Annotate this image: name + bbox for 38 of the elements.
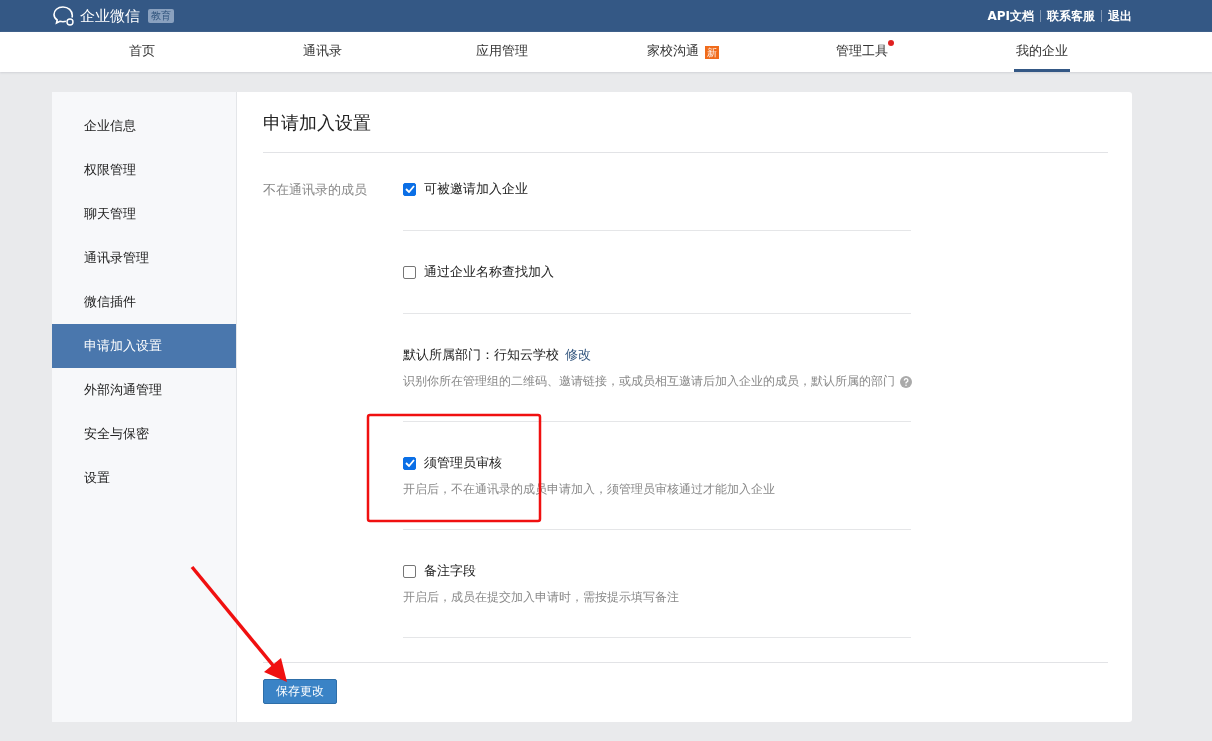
sidebar-item[interactable]: 微信插件 bbox=[52, 280, 236, 324]
option-label: 须管理员审核 bbox=[424, 454, 502, 472]
checkbox[interactable] bbox=[403, 265, 416, 279]
brand-badge: 教育 bbox=[148, 9, 174, 23]
sidebar-item[interactable]: 安全与保密 bbox=[52, 412, 236, 456]
save-button[interactable]: 保存更改 bbox=[263, 679, 337, 704]
sidebar-item[interactable]: 申请加入设置 bbox=[52, 324, 236, 368]
sidebar-item[interactable]: 外部沟通管理 bbox=[52, 368, 236, 412]
nav-tab[interactable]: 管理工具 bbox=[834, 32, 890, 72]
top-link[interactable]: 退出 bbox=[1108, 7, 1132, 25]
edit-link[interactable]: 修改 bbox=[565, 346, 591, 364]
sidebar-item[interactable]: 权限管理 bbox=[52, 148, 236, 192]
help-icon[interactable] bbox=[900, 375, 912, 388]
top-link[interactable]: 联系客服 bbox=[1047, 7, 1095, 25]
sidebar-item[interactable]: 通讯录管理 bbox=[52, 236, 236, 280]
chat-bubble-icon bbox=[52, 5, 76, 27]
nav-tab[interactable]: 通讯录 bbox=[300, 32, 344, 72]
nav-tab[interactable]: 家校沟通 bbox=[645, 32, 701, 72]
option-description: 识别你所在管理组的二维码、邀请链接，或成员相互邀请后加入企业的成员，默认所属的部门 bbox=[403, 373, 895, 390]
option-label: 备注字段 bbox=[424, 562, 476, 580]
sidebar-item[interactable]: 设置 bbox=[52, 456, 236, 500]
field-label: 不在通讯录的成员 bbox=[263, 181, 368, 199]
top-link[interactable]: API文档 bbox=[987, 7, 1034, 25]
option-label: 通过企业名称查找加入 bbox=[424, 263, 554, 281]
option-description: 开启后，成员在提交加入申请时，需按提示填写备注 bbox=[403, 589, 679, 606]
checkbox[interactable] bbox=[403, 456, 416, 470]
setting-value: 默认所属部门：行知云学校 bbox=[403, 346, 559, 364]
new-badge: 新 bbox=[705, 45, 719, 59]
sidebar-item[interactable]: 企业信息 bbox=[52, 104, 236, 148]
nav-tab[interactable]: 应用管理 bbox=[474, 32, 530, 72]
checkbox[interactable] bbox=[403, 182, 416, 196]
page-title: 申请加入设置 bbox=[263, 92, 1108, 153]
checkbox[interactable] bbox=[403, 564, 416, 578]
nav-tab[interactable]: 首页 bbox=[127, 32, 157, 72]
sidebar-item[interactable]: 聊天管理 bbox=[52, 192, 236, 236]
nav-tab[interactable]: 我的企业 bbox=[1014, 32, 1070, 72]
brand-name: 企业微信 bbox=[80, 6, 140, 26]
option-label: 可被邀请加入企业 bbox=[424, 180, 528, 198]
